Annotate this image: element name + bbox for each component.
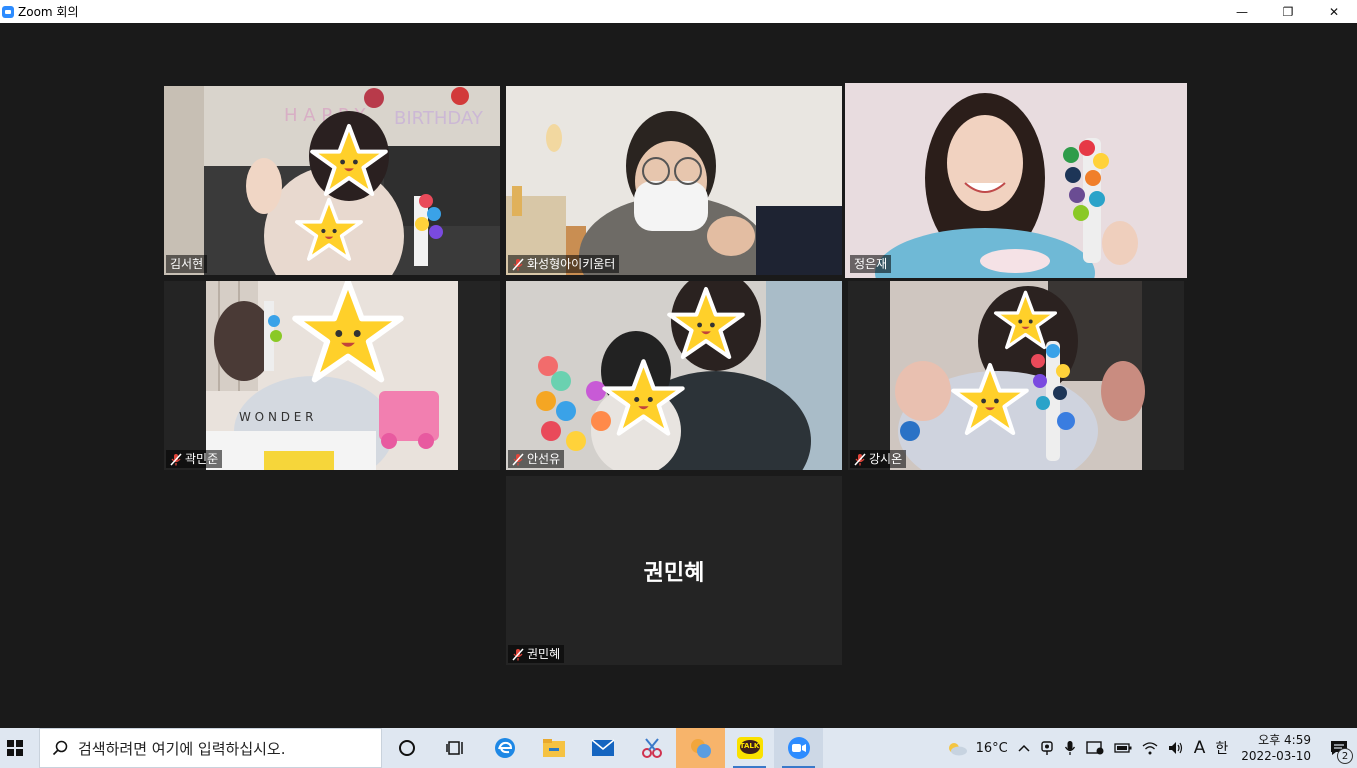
search-icon [52, 740, 68, 756]
photos-icon [690, 739, 711, 758]
display-tray-button[interactable] [1081, 728, 1109, 768]
volume-tray-button[interactable] [1163, 728, 1189, 768]
snip-button[interactable] [627, 728, 676, 768]
search-placeholder: 검색하려면 여기에 입력하십시오. [78, 739, 286, 758]
participant-name-tag: 화성형아이키움터 [508, 255, 620, 273]
notification-center-button[interactable]: 2 [1321, 728, 1357, 768]
weather-temperature: 16°C [975, 740, 1008, 756]
photos-button[interactable] [676, 728, 725, 768]
chevron-up-icon [1018, 744, 1030, 752]
cortana-button[interactable] [382, 728, 431, 768]
participant-display-name: 권민혜 [643, 560, 705, 586]
clock-time: 오후 4:59 [1258, 733, 1311, 747]
zoom-icon [787, 737, 810, 759]
window-titlebar: Zoom 회의 — ❐ ✕ [0, 0, 1357, 23]
muted-microphone-icon [512, 647, 524, 661]
participant-name-tag: 정은재 [850, 255, 892, 273]
kakaotalk-button[interactable]: TALK [725, 728, 774, 768]
network-tray-button[interactable] [1137, 728, 1163, 768]
display-settings-icon [1086, 741, 1104, 755]
cortana-icon [398, 740, 415, 756]
svg-text:W O N D E R: W O N D E R [239, 410, 314, 424]
minimize-button[interactable]: — [1219, 0, 1265, 23]
show-hidden-icons-button[interactable] [1013, 728, 1035, 768]
star-sticker-icon [295, 197, 363, 261]
participant-tile-video-off[interactable]: 권민혜 권민혜 [506, 476, 842, 665]
edge-icon [494, 738, 515, 758]
participant-video [506, 86, 842, 275]
muted-microphone-icon [170, 452, 182, 466]
kakaotalk-label: TALK [739, 742, 760, 750]
star-sticker-icon [292, 281, 404, 383]
participant-name: 화성형아이키움터 [527, 257, 616, 271]
zoom-logo-icon [2, 5, 14, 18]
participant-name-tag: 안선유 [508, 450, 565, 468]
participant-tile[interactable]: H A P P Y BIRTHDAY 김서현 [164, 86, 500, 275]
participant-name: 정은재 [854, 257, 888, 271]
edge-button[interactable] [480, 728, 529, 768]
zoom-taskbar-button[interactable] [774, 728, 823, 768]
mail-icon [590, 739, 615, 756]
wifi-icon [1142, 742, 1158, 755]
task-view-button[interactable] [431, 728, 480, 768]
windows-taskbar: 검색하려면 여기에 입력하십시오. TALK 16°C A 한 오후 4:59 … [0, 728, 1357, 768]
participant-tile[interactable]: 화성형아이키움터 [506, 86, 842, 275]
participant-name-tag: 곽민준 [166, 450, 223, 468]
weather-widget[interactable]: 16°C [941, 728, 1013, 768]
taskbar-search-box[interactable]: 검색하려면 여기에 입력하십시오. [39, 728, 382, 768]
start-button[interactable] [0, 728, 30, 768]
participant-name: 김서현 [170, 257, 204, 271]
restore-button[interactable]: ❐ [1265, 0, 1311, 23]
battery-icon [1114, 743, 1132, 753]
participant-tile-active-speaker[interactable]: 정은재 [845, 83, 1187, 278]
camera-tray-button[interactable] [1035, 728, 1059, 768]
muted-microphone-icon [854, 452, 866, 466]
input-language-button[interactable]: A [1189, 728, 1211, 768]
participant-tile[interactable]: 안선유 [506, 281, 842, 470]
taskbar-clock[interactable]: 오후 4:59 2022-03-10 [1233, 732, 1321, 764]
task-view-icon [445, 741, 463, 755]
participant-tile[interactable]: W O N D E R 곽민준 [164, 281, 500, 470]
muted-microphone-icon [512, 257, 524, 271]
participant-name-tag: 권민혜 [508, 645, 565, 663]
microphone-tray-button[interactable] [1059, 728, 1081, 768]
star-sticker-icon [667, 287, 745, 359]
snip-icon [641, 738, 662, 758]
participant-tile[interactable]: 강시온 [848, 281, 1184, 470]
speaker-volume-icon [1168, 742, 1182, 754]
participant-name: 곽민준 [185, 452, 219, 466]
star-sticker-icon [310, 124, 388, 196]
mail-button[interactable] [578, 728, 627, 768]
file-explorer-button[interactable] [529, 728, 578, 768]
participant-video [845, 83, 1187, 278]
participant-name-tag: 김서현 [166, 255, 208, 273]
muted-microphone-icon [512, 452, 524, 466]
participant-name-tag: 강시온 [850, 450, 907, 468]
file-explorer-icon [542, 739, 565, 757]
participant-name: 강시온 [869, 452, 903, 466]
svg-text:BIRTHDAY: BIRTHDAY [394, 108, 484, 129]
star-sticker-icon [602, 359, 685, 436]
clock-date: 2022-03-10 [1241, 749, 1311, 763]
camera-icon [1041, 741, 1053, 755]
input-language-label: A [1193, 738, 1206, 758]
ime-mode-button[interactable]: 한 [1210, 728, 1233, 768]
star-sticker-icon [993, 290, 1058, 350]
participant-name: 권민혜 [527, 647, 561, 661]
ime-mode-label: 한 [1215, 741, 1229, 757]
window-title: Zoom 회의 [18, 5, 79, 19]
cloudy-weather-icon [948, 743, 967, 756]
star-sticker-icon [951, 363, 1029, 435]
battery-tray-button[interactable] [1109, 728, 1137, 768]
close-button[interactable]: ✕ [1311, 0, 1357, 23]
windows-logo-icon [7, 740, 23, 756]
system-tray: 16°C A 한 오후 4:59 2022-03-10 2 [941, 728, 1357, 768]
microphone-icon [1064, 741, 1075, 755]
participant-name: 안선유 [527, 452, 561, 466]
gallery-view: H A P P Y BIRTHDAY 김서현 화성형아이키움터 정은재 W O … [0, 23, 1357, 728]
window-controls: — ❐ ✕ [1219, 0, 1357, 23]
notification-count-badge: 2 [1337, 748, 1353, 764]
